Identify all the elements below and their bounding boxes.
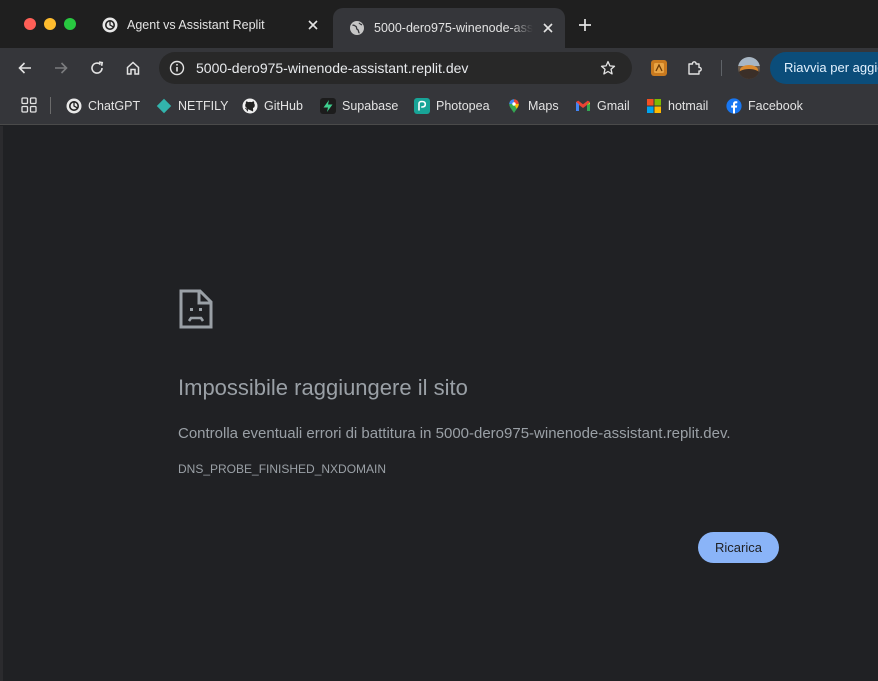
close-window-button[interactable]: [24, 18, 36, 30]
tab-active-site[interactable]: 5000-dero975-winenode-assistant.replit.d…: [333, 8, 565, 48]
update-restart-button[interactable]: Riavvia per aggiornare: [770, 52, 878, 84]
microsoft-icon: [646, 98, 662, 114]
bookmark-label: Facebook: [748, 99, 803, 113]
url-text[interactable]: 5000-dero975-winenode-assistant.replit.d…: [196, 52, 468, 84]
maps-pin-icon: [506, 98, 522, 114]
tab-strip: Agent vs Assistant Replit 5000-dero975-w…: [0, 0, 878, 48]
toolbar-divider: [721, 60, 722, 76]
apps-grid-icon[interactable]: [21, 97, 37, 113]
bookmarks-bar: ChatGPT NETFILY GitHub Supabase Photopea: [0, 88, 878, 125]
profile-avatar[interactable]: [738, 57, 760, 79]
browser-window: Agent vs Assistant Replit 5000-dero975-w…: [0, 0, 878, 681]
close-tab-icon[interactable]: [539, 19, 557, 37]
forward-arrow-icon[interactable]: [49, 56, 73, 80]
minimize-window-button[interactable]: [44, 18, 56, 30]
bookmark-supabase[interactable]: Supabase: [320, 88, 398, 124]
bookmark-facebook[interactable]: Facebook: [726, 88, 803, 124]
facebook-icon: [726, 98, 742, 114]
bookmark-label: ChatGPT: [88, 99, 141, 113]
github-icon: [242, 98, 258, 114]
close-tab-icon[interactable]: [304, 16, 322, 34]
bookmark-gmail[interactable]: Gmail: [575, 88, 630, 124]
error-code: DNS_PROBE_FINISHED_NXDOMAIN: [178, 462, 387, 476]
reload-icon[interactable]: [85, 56, 109, 80]
globe-icon: [349, 20, 365, 36]
address-bar[interactable]: 5000-dero975-winenode-assistant.replit.d…: [159, 52, 632, 84]
photopea-icon: [414, 98, 430, 114]
sad-document-icon: [178, 288, 214, 330]
reload-button[interactable]: Ricarica: [698, 532, 779, 563]
error-title: Impossibile raggiungere il sito: [178, 375, 468, 400]
bookmark-github[interactable]: GitHub: [242, 88, 303, 124]
bookmark-label: Photopea: [436, 99, 490, 113]
bookmarks-divider: [50, 97, 51, 114]
extension-app-icon[interactable]: [648, 57, 670, 79]
bookmark-hotmail[interactable]: hotmail: [646, 88, 708, 124]
bookmark-label: Maps: [528, 99, 559, 113]
bookmark-star-icon[interactable]: [597, 57, 619, 79]
bookmark-photopea[interactable]: Photopea: [414, 88, 490, 124]
bookmark-label: Supabase: [342, 99, 399, 113]
back-arrow-icon[interactable]: [13, 56, 37, 80]
site-info-icon[interactable]: [167, 58, 187, 78]
maximize-window-button[interactable]: [64, 18, 76, 30]
home-icon[interactable]: [121, 56, 145, 80]
gmail-icon: [575, 98, 591, 114]
bookmark-netfily[interactable]: NETFILY: [156, 88, 228, 124]
bookmark-label: GitHub: [264, 99, 303, 113]
bookmark-chatgpt[interactable]: ChatGPT: [66, 88, 140, 124]
tab-title: Agent vs Assistant Replit: [127, 18, 265, 32]
tab-agent-vs-assistant[interactable]: Agent vs Assistant Replit: [86, 8, 330, 42]
bookmark-label: NETFILY: [178, 99, 229, 113]
openai-logo-icon: [66, 98, 82, 114]
page-content: Impossibile raggiungere il sito Controll…: [0, 126, 878, 681]
new-tab-plus-icon[interactable]: [574, 14, 596, 36]
bookmark-maps[interactable]: Maps: [506, 88, 559, 124]
window-edge: [0, 126, 3, 681]
bookmark-label: Gmail: [597, 99, 630, 113]
tab-title: 5000-dero975-winenode-assistant.replit.d…: [374, 21, 533, 35]
error-description: Controlla eventuali errori di battitura …: [178, 425, 731, 442]
openai-logo-icon: [102, 17, 118, 33]
browser-toolbar: 5000-dero975-winenode-assistant.replit.d…: [0, 48, 878, 88]
extensions-puzzle-icon[interactable]: [684, 57, 706, 79]
netlify-diamond-icon: [156, 98, 172, 114]
bookmark-label: hotmail: [668, 99, 709, 113]
supabase-icon: [320, 98, 336, 114]
